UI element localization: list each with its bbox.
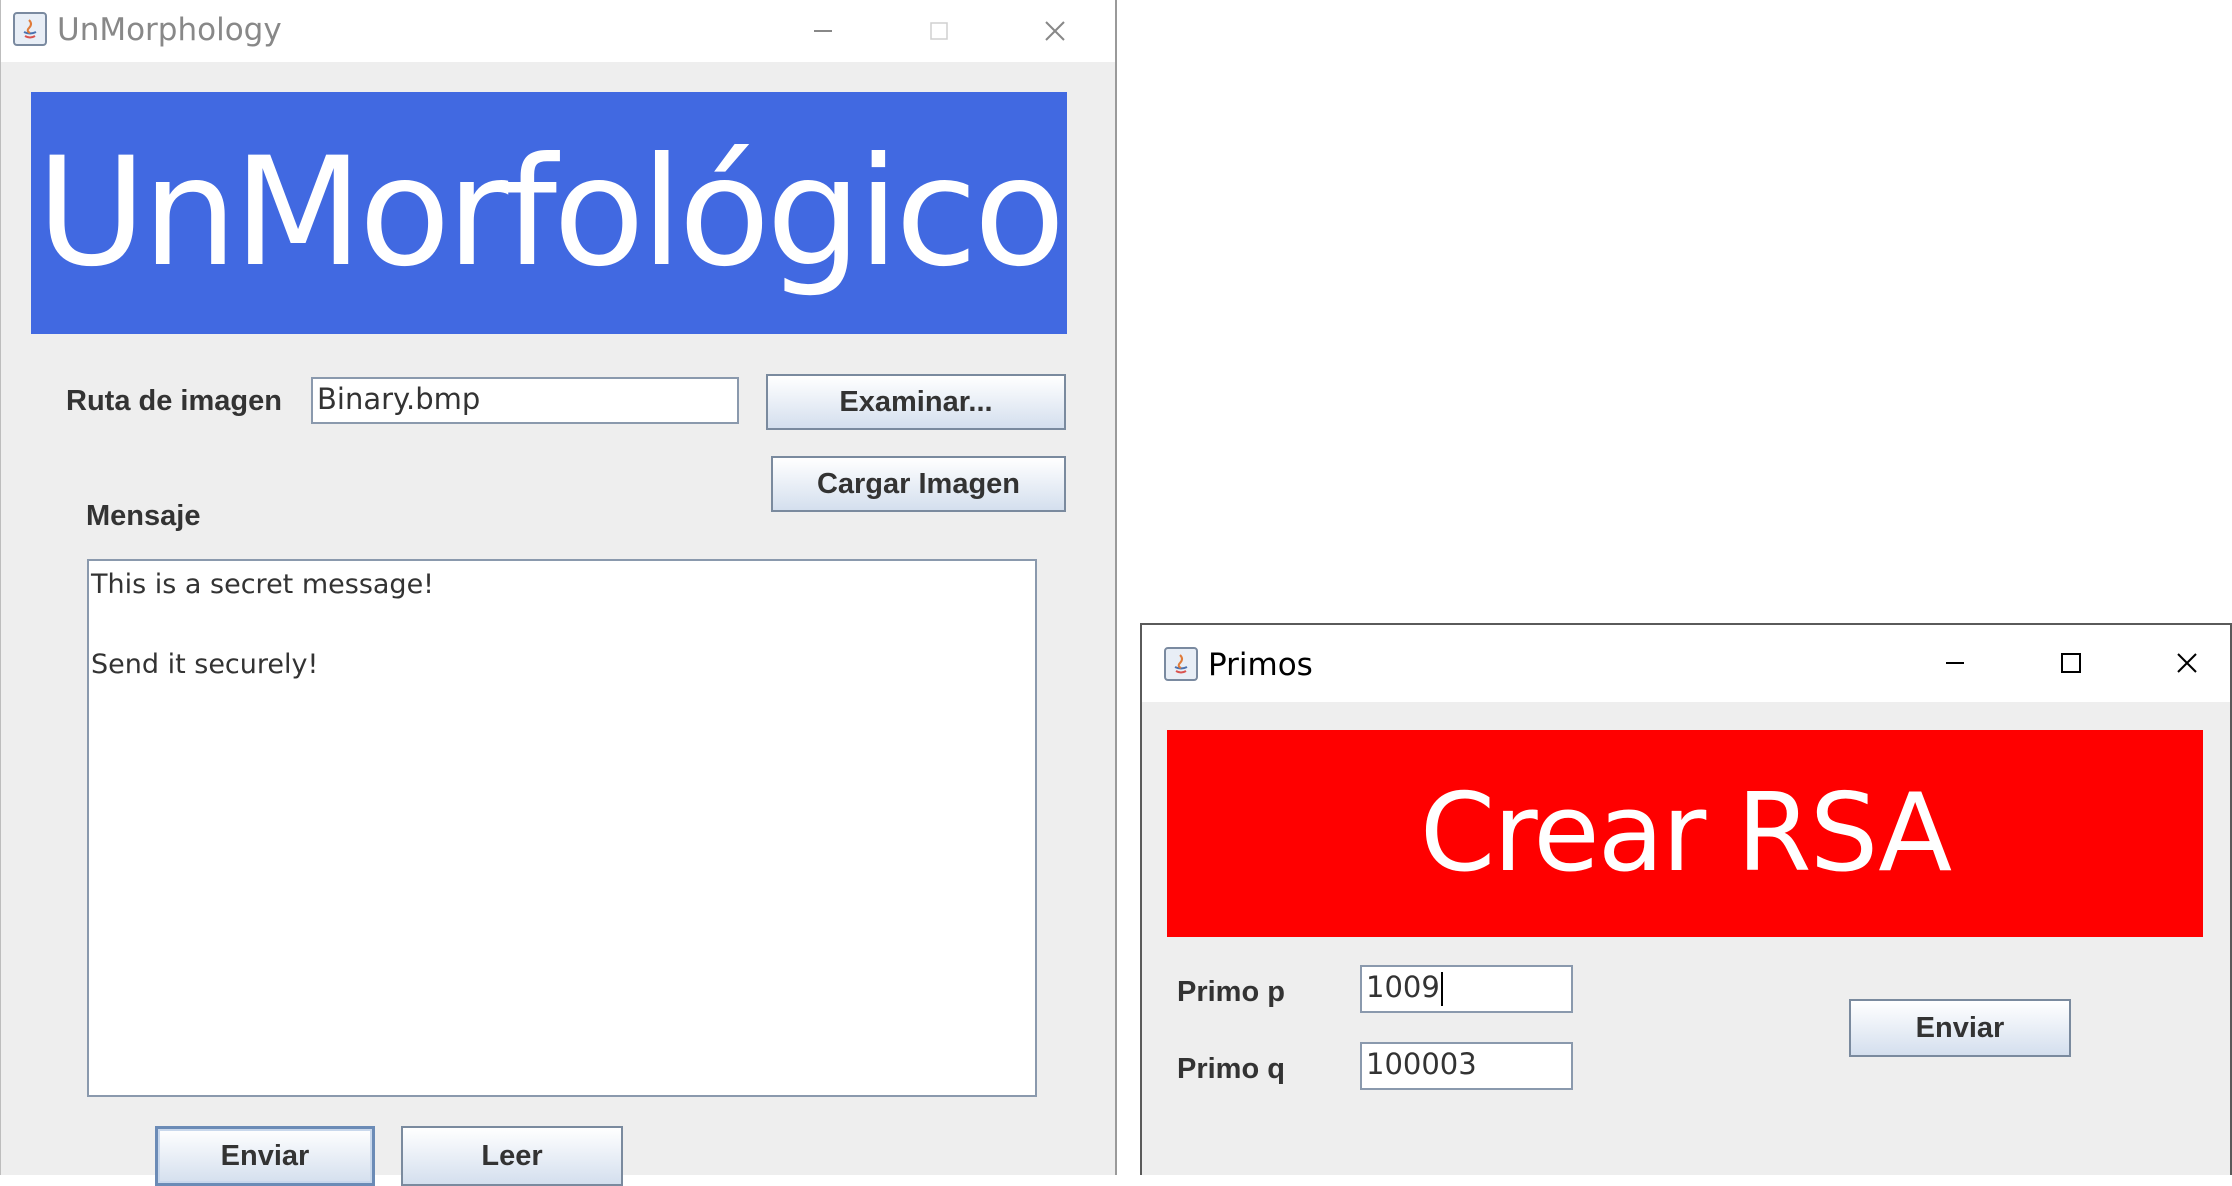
java-app-icon (1164, 647, 1198, 681)
message-textarea[interactable]: This is a secret message! Send it secure… (87, 559, 1037, 1097)
prime-p-value: 1009 (1366, 970, 1440, 1004)
send-button[interactable]: Enviar (1849, 999, 2071, 1057)
window-title: UnMorphology (57, 12, 282, 48)
prime-q-input[interactable]: 100003 (1360, 1042, 1573, 1090)
close-icon[interactable] (1035, 11, 1075, 51)
image-path-input[interactable]: Binary.bmp (311, 377, 739, 424)
close-icon[interactable] (2167, 643, 2207, 683)
java-app-icon (13, 12, 47, 46)
title-bar[interactable]: UnMorphology (1, 0, 1115, 62)
load-image-button[interactable]: Cargar Imagen (771, 456, 1066, 512)
maximize-icon[interactable] (2051, 643, 2091, 683)
image-path-label: Ruta de imagen (66, 385, 282, 417)
unmorfologico-banner: UnMorfológico (31, 92, 1067, 334)
read-button[interactable]: Leer (401, 1126, 623, 1186)
unmorphology-window: UnMorphology UnMorfológico Ruta de image… (0, 0, 1117, 1186)
maximize-icon[interactable] (919, 11, 959, 51)
title-bar[interactable]: Primos (1142, 625, 2230, 702)
minimize-icon[interactable] (1935, 643, 1975, 683)
browse-button[interactable]: Examinar... (766, 374, 1066, 430)
prime-p-input[interactable]: 1009 (1360, 965, 1573, 1013)
send-button[interactable]: Enviar (155, 1126, 375, 1186)
crear-rsa-banner: Crear RSA (1167, 730, 2203, 937)
window-title: Primos (1208, 647, 1313, 683)
primos-window: Primos Crear RSA Primo p 1009 Primo q 10… (1140, 623, 2232, 1175)
text-caret (1440, 972, 1443, 1006)
message-label: Mensaje (86, 500, 201, 532)
prime-p-label: Primo p (1177, 976, 1285, 1008)
minimize-icon[interactable] (803, 11, 843, 51)
prime-q-label: Primo q (1177, 1053, 1285, 1085)
